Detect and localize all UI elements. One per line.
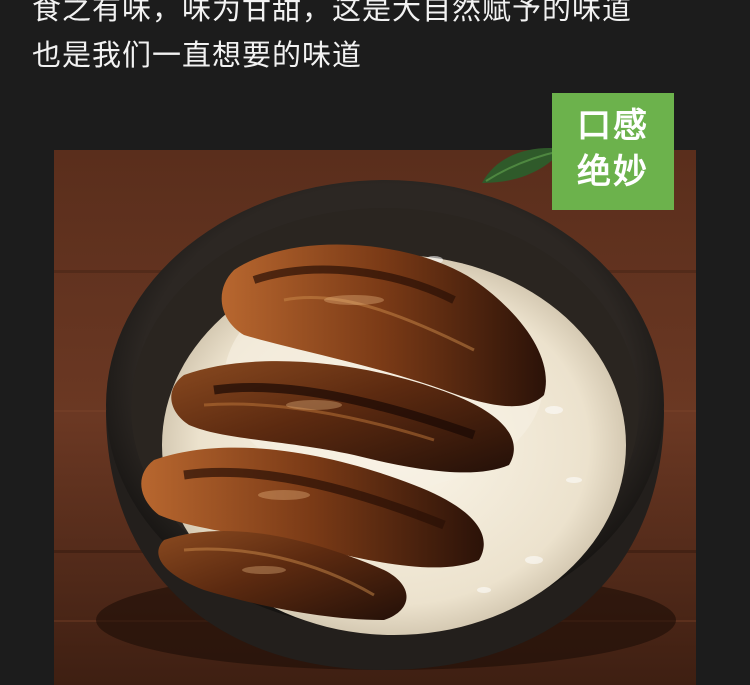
eel-rice-bowl-photo — [54, 150, 696, 685]
copy-line-2: 也是我们一直想要的味道 — [32, 38, 363, 72]
taste-badge: 口感 绝妙 — [552, 93, 674, 210]
copy-text: 食之有味，味为甘甜，这是大自然赋予的味道 也是我们一直想要的味道 — [32, 0, 632, 78]
badge-line-2: 绝妙 — [577, 152, 649, 192]
badge-line-1: 口感 — [577, 106, 649, 146]
copy-line-1: 食之有味，味为甘甜，这是大自然赋予的味道 — [32, 0, 633, 26]
